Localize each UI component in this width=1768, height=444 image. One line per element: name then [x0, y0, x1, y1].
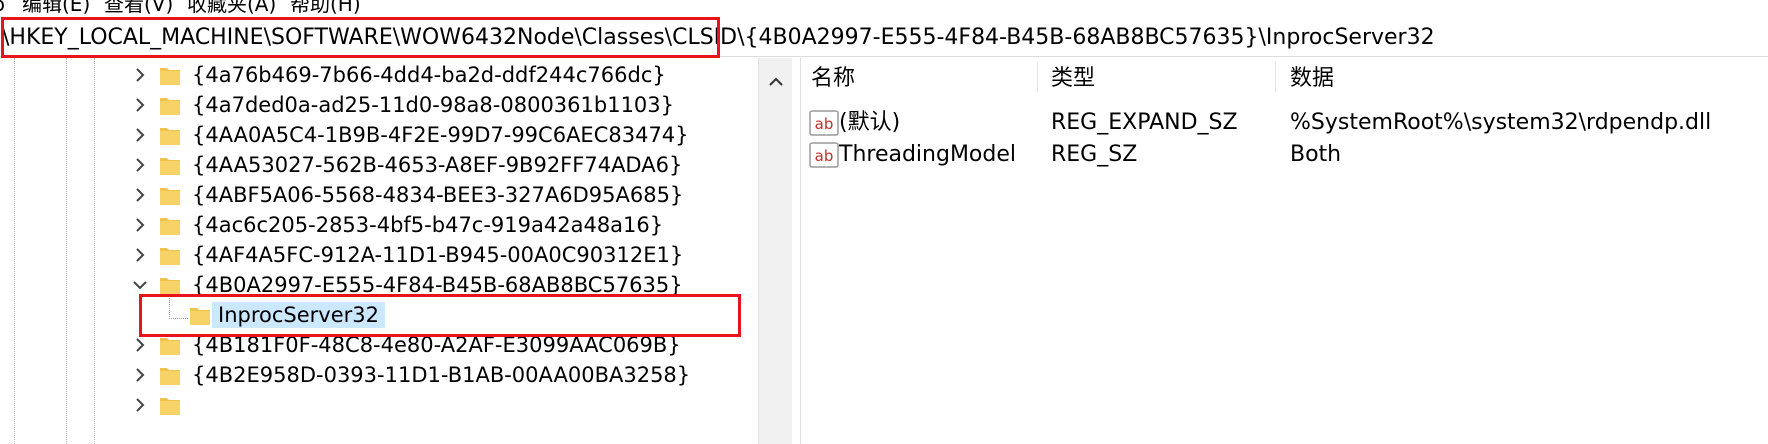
value-row[interactable]: ab (默认) REG_EXPAND_SZ %SystemRoot%\syste… [801, 106, 1768, 140]
string-value-icon: ab [809, 110, 839, 136]
folder-open-icon [160, 276, 180, 295]
address-path[interactable]: \HKEY_LOCAL_MACHINE\SOFTWARE\WOW6432Node… [2, 25, 1435, 51]
chevron-right-icon[interactable] [131, 388, 149, 422]
tree-item-label: {4B2E958D-0393-11D1-B1AB-00AA00BA3258} [192, 363, 691, 387]
tree-item[interactable]: {4AF4A5FC-912A-11D1-B945-00A0C90312E1} [0, 238, 758, 272]
menu-file[interactable]: ɔ [0, 0, 5, 16]
tree-item-selected[interactable]: InprocServer32 [0, 298, 758, 332]
chevron-right-icon[interactable] [131, 148, 149, 182]
column-divider[interactable] [1037, 62, 1038, 92]
folder-icon [160, 216, 180, 235]
tree-item-label: {4AA0A5C4-1B9B-4F2E-99D7-99C6AEC83474} [192, 123, 689, 147]
folder-icon [160, 336, 180, 355]
tree-item[interactable]: {4a7ded0a-ad25-11d0-98a8-0800361b1103} [0, 88, 758, 122]
tree-item[interactable]: {4AA0A5C4-1B9B-4F2E-99D7-99C6AEC83474} [0, 118, 758, 152]
tree-item-label: {4AF4A5FC-912A-11D1-B945-00A0C90312E1} [192, 243, 684, 267]
column-header-type[interactable]: 类型 [1051, 66, 1095, 92]
tree-item-label: {4a7ded0a-ad25-11d0-98a8-0800361b1103} [192, 93, 675, 117]
chevron-right-icon[interactable] [131, 118, 149, 152]
tree-item-expanded[interactable]: {4B0A2997-E555-4F84-B45B-68AB8BC57635} [0, 268, 758, 302]
tree-item-label: InprocServer32 [212, 302, 385, 328]
value-type: REG_EXPAND_SZ [1051, 110, 1238, 135]
tree-item-partial[interactable] [0, 388, 758, 422]
folder-icon [160, 366, 180, 385]
tree-connector [169, 298, 188, 319]
column-header-data[interactable]: 数据 [1290, 66, 1334, 92]
folder-icon [160, 96, 180, 115]
tree-item-label: {4B0A2997-E555-4F84-B45B-68AB8BC57635} [192, 273, 683, 297]
menu-edit[interactable]: 编辑(E) [22, 0, 90, 16]
chevron-right-icon[interactable] [131, 178, 149, 212]
value-name: ThreadingModel [839, 142, 1016, 167]
menu-help[interactable]: 帮助(H) [290, 0, 361, 16]
value-row[interactable]: ab ThreadingModel REG_SZ Both [801, 138, 1768, 172]
tree-item[interactable]: {4ABF5A06-5568-4834-BEE3-327A6D95A685} [0, 178, 758, 212]
address-bar[interactable]: \HKEY_LOCAL_MACHINE\SOFTWARE\WOW6432Node… [0, 20, 1768, 57]
scroll-up-icon[interactable] [759, 72, 793, 92]
chevron-right-icon[interactable] [131, 88, 149, 122]
tree-item[interactable]: {4B181F0F-48C8-4e80-A2AF-E3099AAC069B} [0, 328, 758, 362]
pane-splitter[interactable] [792, 58, 801, 444]
tree-item[interactable]: {4ac6c205-2853-4bf5-b47c-919a42a48a16} [0, 208, 758, 242]
value-data: %SystemRoot%\system32\rdpendp.dll [1290, 110, 1712, 135]
folder-icon [160, 66, 180, 85]
chevron-right-icon[interactable] [131, 328, 149, 362]
tree-item[interactable]: {4AA53027-562B-4653-A8EF-9B92FF74ADA6} [0, 148, 758, 182]
folder-icon [190, 306, 210, 325]
folder-icon [160, 246, 180, 265]
chevron-right-icon[interactable] [131, 238, 149, 272]
folder-icon [160, 186, 180, 205]
chevron-right-icon[interactable] [131, 58, 149, 92]
value-data: Both [1290, 142, 1342, 167]
menu-favorites[interactable]: 收藏夹(A) [187, 0, 276, 16]
menu-bar: ɔ 编辑(E) 查看(V) 收藏夹(A) 帮助(H) [0, 0, 1768, 18]
key-tree: {4a76b469-7b66-4dd4-ba2d-ddf244c766dc} {… [0, 58, 758, 444]
value-type: REG_SZ [1051, 142, 1138, 167]
menu-view[interactable]: 查看(V) [104, 0, 173, 16]
tree-scrollbar[interactable] [758, 58, 793, 444]
value-name: (默认) [839, 110, 901, 135]
chevron-right-icon[interactable] [131, 208, 149, 242]
svg-text:ab: ab [815, 115, 834, 133]
chevron-down-icon[interactable] [131, 268, 149, 302]
tree-item-label: {4ac6c205-2853-4bf5-b47c-919a42a48a16} [192, 213, 664, 237]
folder-icon [160, 156, 180, 175]
folder-icon [160, 396, 180, 415]
tree-item-label: {4B181F0F-48C8-4e80-A2AF-E3099AAC069B} [192, 333, 681, 357]
string-value-icon: ab [809, 142, 839, 168]
tree-item-label: {4a76b469-7b66-4dd4-ba2d-ddf244c766dc} [192, 63, 666, 87]
svg-text:ab: ab [815, 147, 834, 165]
column-header-name[interactable]: 名称 [811, 66, 855, 92]
values-list: 名称 类型 数据 ab (默认) REG_EXPAND_SZ %SystemRo… [801, 58, 1768, 444]
chevron-right-icon[interactable] [131, 358, 149, 392]
tree-item[interactable]: {4a76b469-7b66-4dd4-ba2d-ddf244c766dc} [0, 58, 758, 92]
column-divider[interactable] [1275, 62, 1276, 92]
folder-icon [160, 126, 180, 145]
tree-item-label: {4AA53027-562B-4653-A8EF-9B92FF74ADA6} [192, 153, 683, 177]
tree-item-label: {4ABF5A06-5568-4834-BEE3-327A6D95A685} [192, 183, 684, 207]
tree-item[interactable]: {4B2E958D-0393-11D1-B1AB-00AA00BA3258} [0, 358, 758, 392]
